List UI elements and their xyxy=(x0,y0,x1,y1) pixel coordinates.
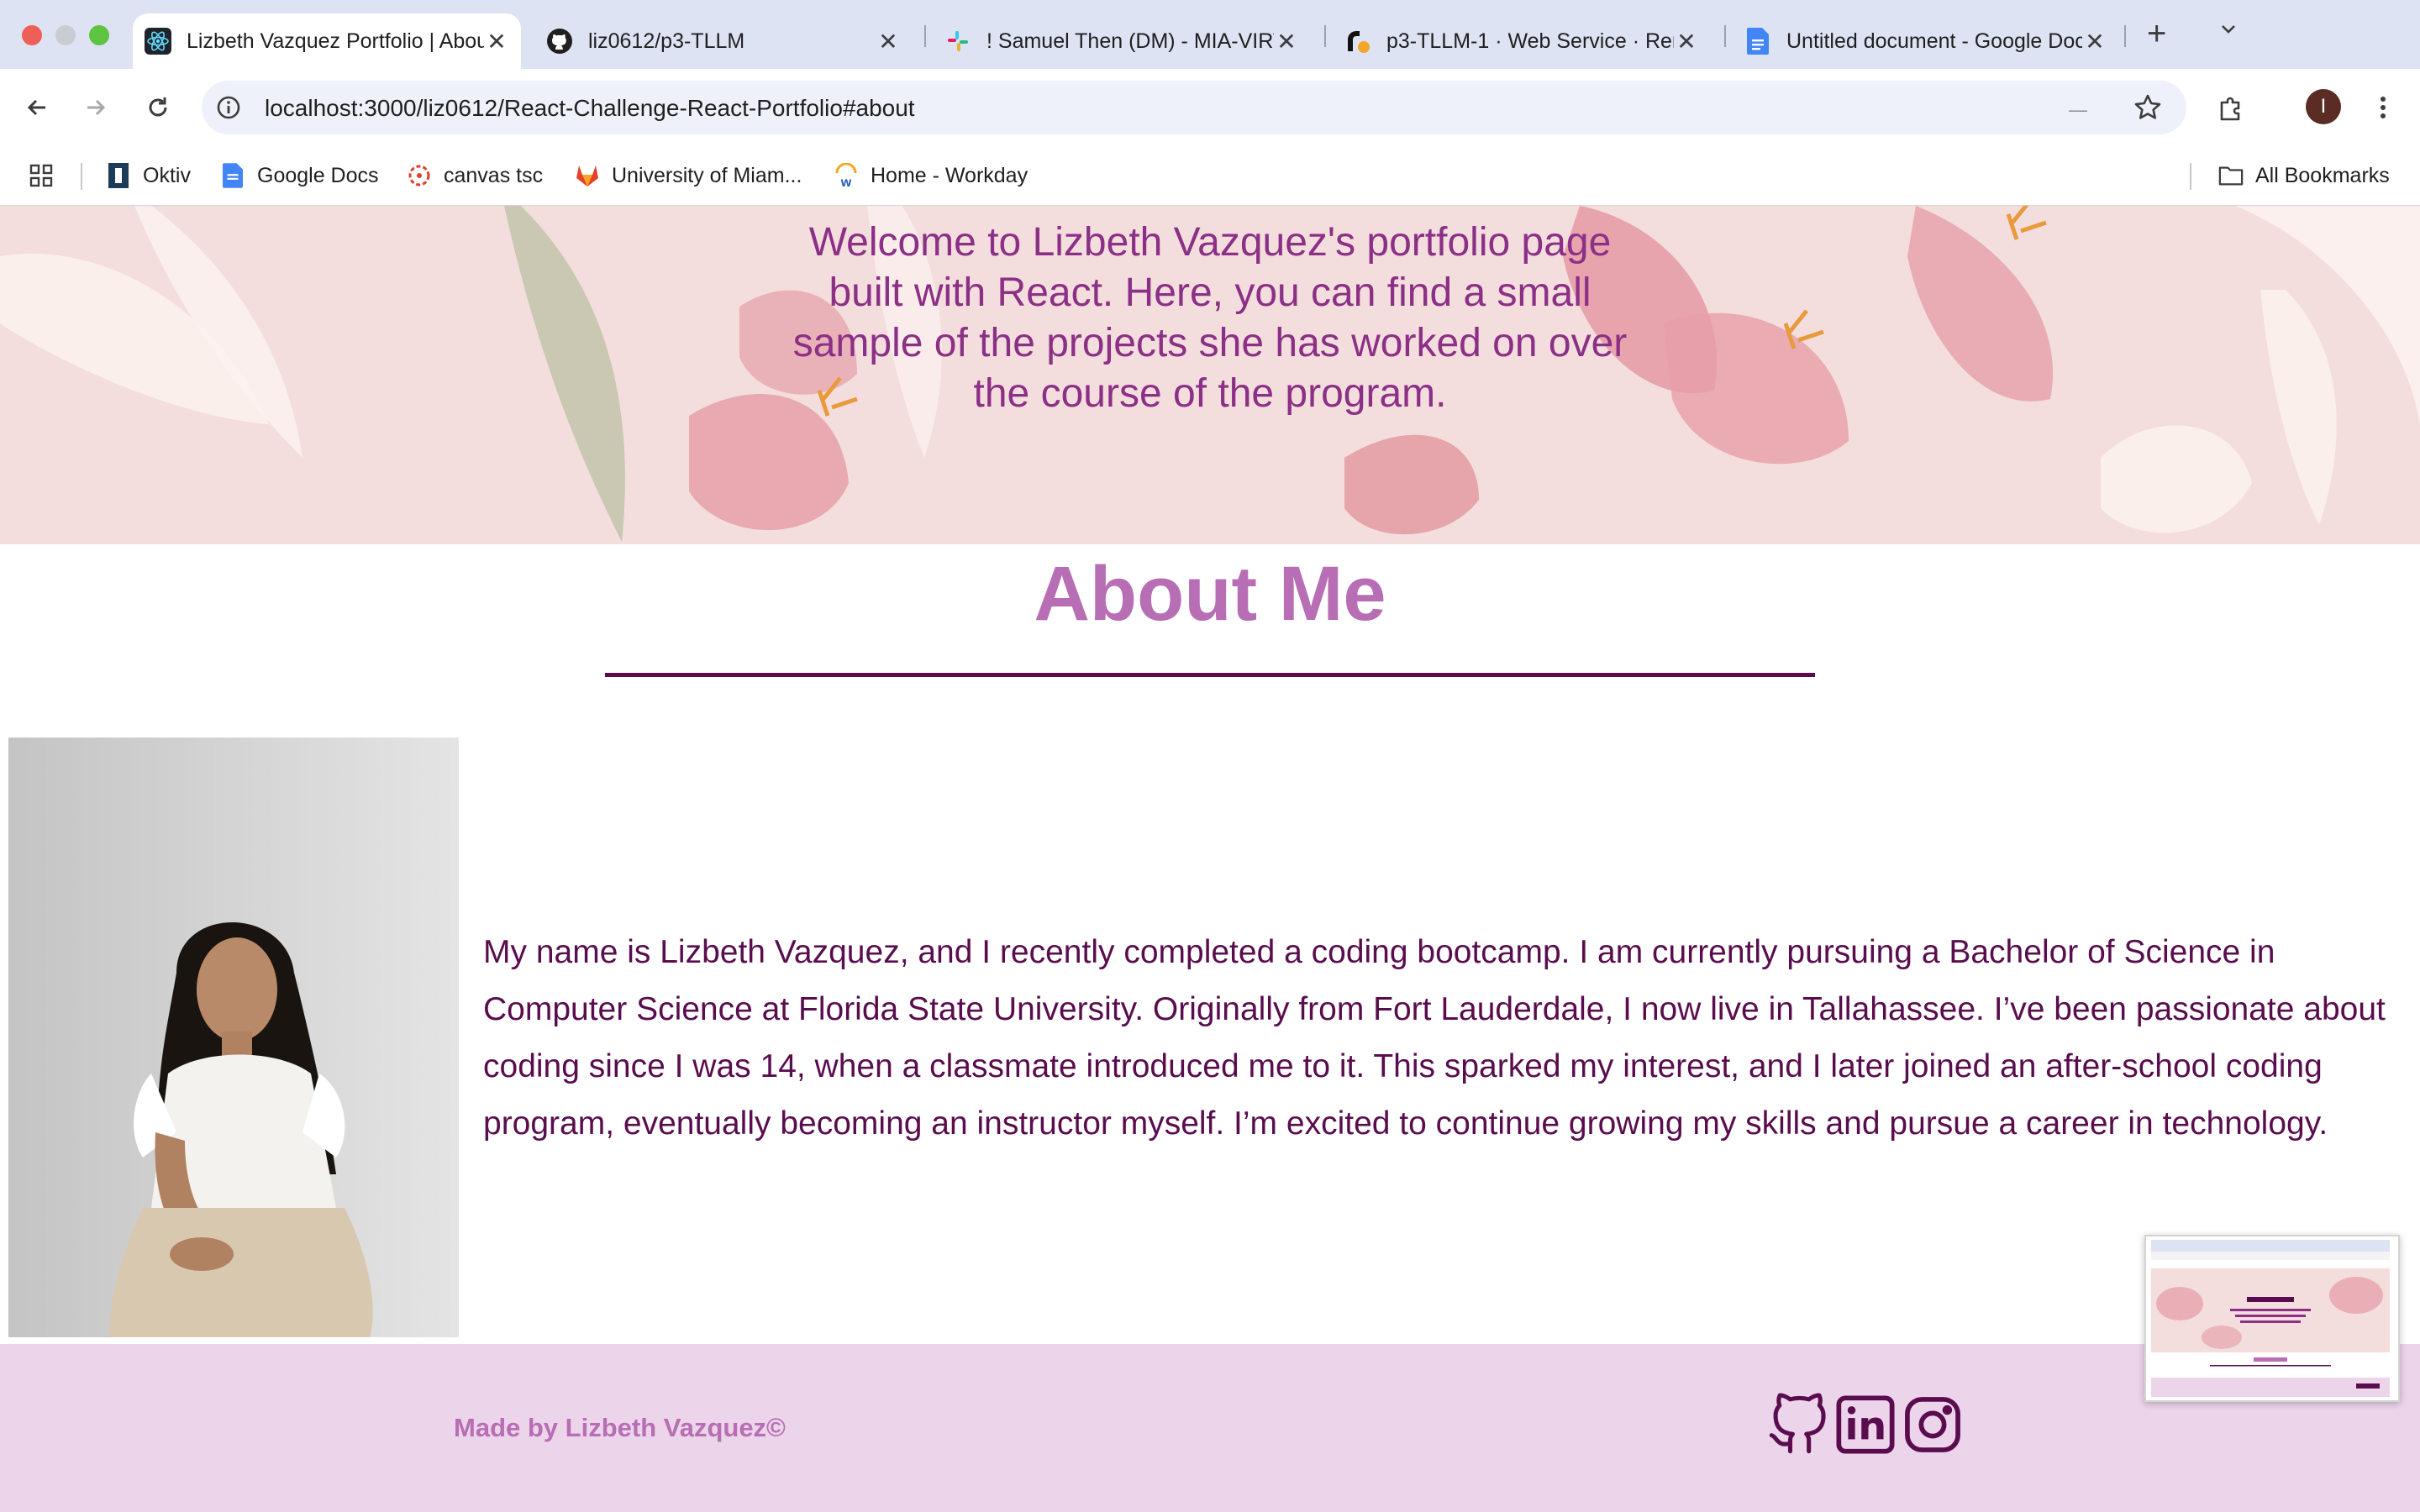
profile-avatar[interactable]: I xyxy=(2306,89,2341,124)
bookmark-label: Oktiv xyxy=(143,163,191,187)
slack-icon xyxy=(944,28,971,55)
all-bookmarks-label: All Bookmarks xyxy=(2255,163,2390,187)
address-bar[interactable]: localhost:3000/liz0612/React-Challenge-R… xyxy=(202,81,2186,134)
google-docs-icon xyxy=(1744,28,1771,55)
url-dash: — xyxy=(2069,99,2087,120)
folder-icon xyxy=(2218,163,2244,188)
about-title: About Me xyxy=(1034,551,1386,637)
workday-icon: w xyxy=(834,163,859,188)
oktiv-icon xyxy=(106,163,131,188)
hero-welcome-text: Welcome to Lizbeth Vazquez's portfolio p… xyxy=(792,220,1628,416)
bookmark-label: Home - Workday xyxy=(871,163,1028,187)
instagram-icon[interactable] xyxy=(1901,1393,1965,1457)
footer-credit: Made by Lizbeth Vazquez© xyxy=(454,1413,786,1442)
bookmark-label: canvas tsc xyxy=(444,163,544,187)
browser-tab-render[interactable]: p3-TLLM-1 · Web Service · Render ✕ xyxy=(1333,13,1711,69)
bookmarks-bar: Oktiv Google Docs canvas tsc University … xyxy=(0,146,2420,206)
tab-title: liz0612/p3-TLLM xyxy=(588,29,745,53)
profile-photo xyxy=(8,738,459,1337)
close-tab-icon[interactable]: ✕ xyxy=(876,28,901,55)
reload-icon[interactable] xyxy=(138,87,178,128)
bookmark-workday[interactable]: w Home - Workday xyxy=(834,160,1028,192)
close-tab-icon[interactable]: ✕ xyxy=(2082,28,2107,55)
window-zoom-button[interactable] xyxy=(89,25,109,45)
bookmark-google-docs[interactable]: Google Docs xyxy=(220,160,379,192)
browser-tab-github[interactable]: liz0612/p3-TLLM ✕ xyxy=(534,13,913,69)
close-tab-icon[interactable]: ✕ xyxy=(484,28,509,55)
github-icon[interactable] xyxy=(1766,1393,1830,1457)
bookmark-star-icon[interactable] xyxy=(2133,92,2163,123)
browser-tab-bar: Lizbeth Vazquez Portfolio | About ✕ liz0… xyxy=(0,0,2420,69)
svg-text:w: w xyxy=(840,176,852,188)
url-host: localhost xyxy=(265,95,358,121)
github-icon xyxy=(546,28,573,55)
more-menu-icon[interactable] xyxy=(2363,87,2403,128)
forward-arrow-icon[interactable] xyxy=(76,87,116,128)
window-minimize-button[interactable] xyxy=(55,25,76,45)
back-arrow-icon[interactable] xyxy=(17,87,57,128)
browser-tab-slack[interactable]: ! Samuel Then (DM) - MIA-VIRT ✕ xyxy=(933,13,1311,69)
all-bookmarks[interactable]: All Bookmarks xyxy=(2218,160,2390,192)
close-tab-icon[interactable]: ✕ xyxy=(1274,28,1299,55)
window-close-button[interactable] xyxy=(22,25,42,45)
url-text[interactable]: localhost:3000/liz0612/React-Challenge-R… xyxy=(265,95,915,122)
google-docs-icon xyxy=(220,163,245,188)
tab-search-chevron-down-icon[interactable] xyxy=(2218,18,2238,45)
canvas-icon xyxy=(407,163,432,188)
browser-toolbar: localhost:3000/liz0612/React-Challenge-R… xyxy=(0,69,2420,146)
extensions-puzzle-icon[interactable] xyxy=(2212,87,2252,128)
tab-title: ! Samuel Then (DM) - MIA-VIRT xyxy=(986,29,1274,53)
linkedin-icon[interactable] xyxy=(1833,1393,1897,1457)
bookmark-label: Google Docs xyxy=(257,163,379,187)
footer: Made by Lizbeth Vazquez© xyxy=(0,1344,2420,1512)
bookmark-university[interactable]: University of Miam... xyxy=(575,160,802,192)
site-info-icon[interactable] xyxy=(215,94,242,121)
screenshot-preview-thumbnail[interactable] xyxy=(2144,1235,2400,1402)
react-icon xyxy=(145,28,171,55)
new-tab-button[interactable]: + xyxy=(2147,15,2166,53)
page-viewport: Welcome to Lizbeth Vazquez's portfolio p… xyxy=(0,206,2420,1512)
hero-banner: Welcome to Lizbeth Vazquez's portfolio p… xyxy=(0,206,2420,544)
apps-grid-icon[interactable] xyxy=(29,160,54,192)
browser-tab-portfolio[interactable]: Lizbeth Vazquez Portfolio | About ✕ xyxy=(133,13,521,69)
bookmark-canvas[interactable]: canvas tsc xyxy=(407,160,543,192)
tab-title: p3-TLLM-1 · Web Service · Render xyxy=(1386,29,1674,53)
bookmark-oktiv[interactable]: Oktiv xyxy=(106,160,191,192)
about-paragraph: My name is Lizbeth Vazquez, and I recent… xyxy=(483,934,2386,1142)
bookmark-label: University of Miam... xyxy=(612,163,802,187)
tab-title: Untitled document - Google Docs xyxy=(1786,29,2082,53)
render-icon xyxy=(1344,28,1371,55)
url-path: :3000/liz0612/React-Challenge-React-Port… xyxy=(357,95,915,121)
about-divider xyxy=(605,673,1815,677)
tab-title: Lizbeth Vazquez Portfolio | About xyxy=(187,29,484,53)
gitlab-icon xyxy=(575,163,600,188)
close-tab-icon[interactable]: ✕ xyxy=(1674,28,1699,55)
browser-tab-google-docs[interactable]: Untitled document - Google Docs ✕ xyxy=(1733,13,2119,69)
